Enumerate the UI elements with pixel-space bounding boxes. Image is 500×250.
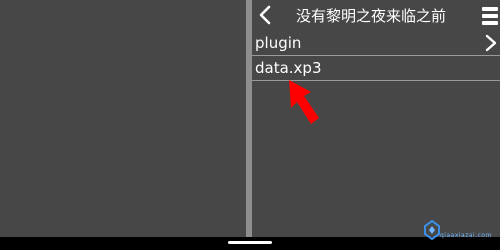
file-label: data.xp3: [255, 59, 322, 77]
logo-icon: [424, 220, 440, 240]
back-button[interactable]: [254, 3, 276, 27]
chevron-right-icon: [485, 34, 497, 52]
menu-button[interactable]: [482, 7, 498, 25]
watermark-text: qiaaxiazai.com: [440, 232, 492, 239]
hamburger-menu-icon: [482, 7, 498, 11]
hamburger-menu-icon-bar: [482, 14, 498, 18]
watermark: qiaaxiazai.com: [424, 216, 491, 246]
red-arrow-icon: [289, 80, 319, 124]
screen: 没有黎明之夜来临之前 plugin data.xp3 qiaaxiazai.co…: [0, 0, 500, 250]
file-label: plugin: [255, 34, 302, 52]
home-indicator[interactable]: [228, 241, 272, 244]
hamburger-menu-icon-bar: [482, 21, 498, 25]
chevron-left-icon: [259, 5, 271, 25]
file-browser-header: 没有黎明之夜来临之前: [252, 0, 500, 32]
file-row-plugin[interactable]: plugin: [252, 31, 500, 56]
folder-title: 没有黎明之夜来临之前: [296, 7, 447, 25]
left-pane: [0, 0, 246, 237]
